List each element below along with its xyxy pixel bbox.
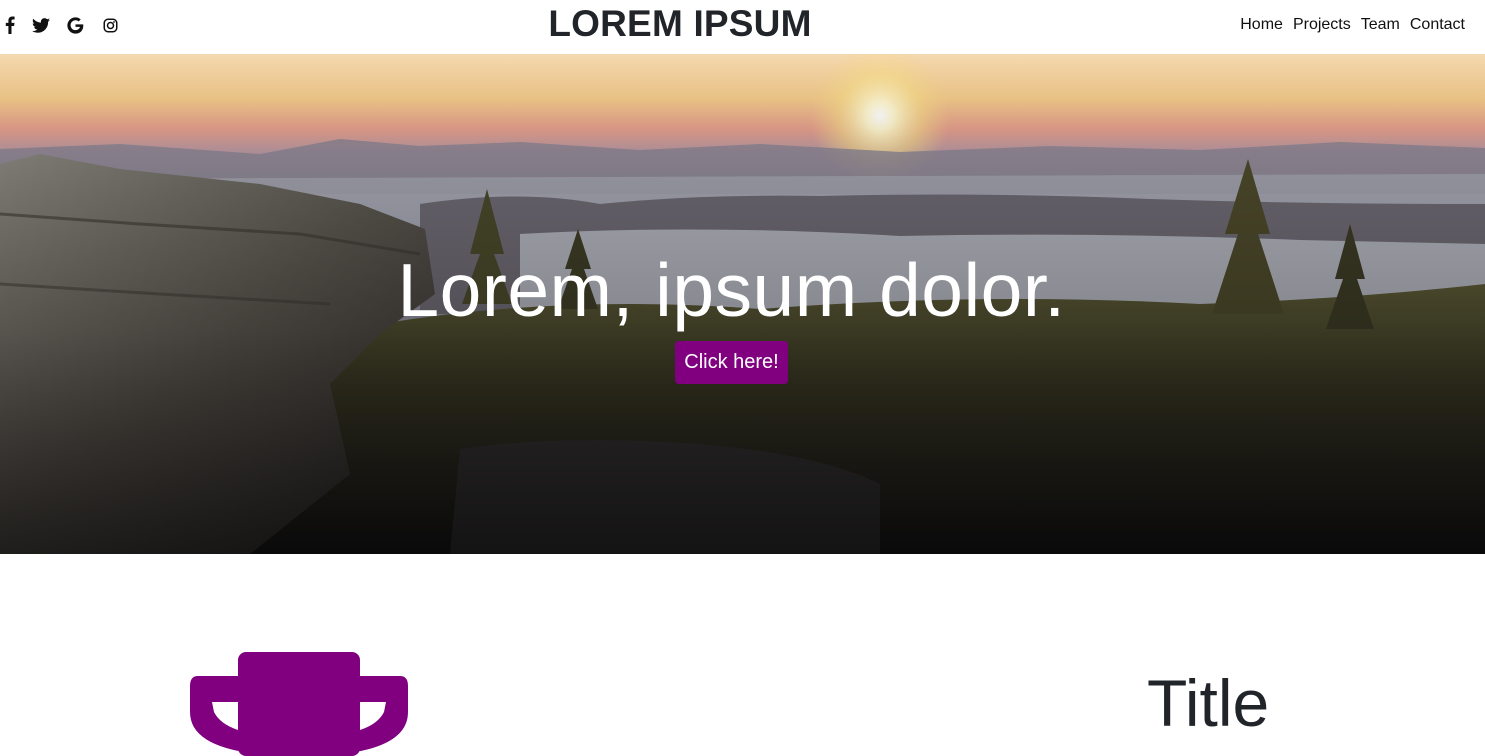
hero-title: Lorem, ipsum dolor. (397, 248, 1066, 332)
nav-home[interactable]: Home (1240, 16, 1283, 34)
nav-contact[interactable]: Contact (1410, 16, 1465, 34)
hero-section: Lorem, ipsum dolor. Click here! (0, 54, 1485, 554)
site-logo-text[interactable]: LOREM IPSUM (0, 3, 1360, 45)
site-header: LOREM IPSUM Home Projects Team Contact (0, 0, 1485, 54)
nav-team[interactable]: Team (1361, 16, 1400, 34)
trophy-icon (190, 652, 410, 756)
main-nav: Home Projects Team Contact (1240, 16, 1465, 34)
section-title: Title (1147, 666, 1270, 740)
hero-cta-button[interactable]: Click here! (675, 341, 788, 384)
nav-projects[interactable]: Projects (1293, 16, 1351, 34)
